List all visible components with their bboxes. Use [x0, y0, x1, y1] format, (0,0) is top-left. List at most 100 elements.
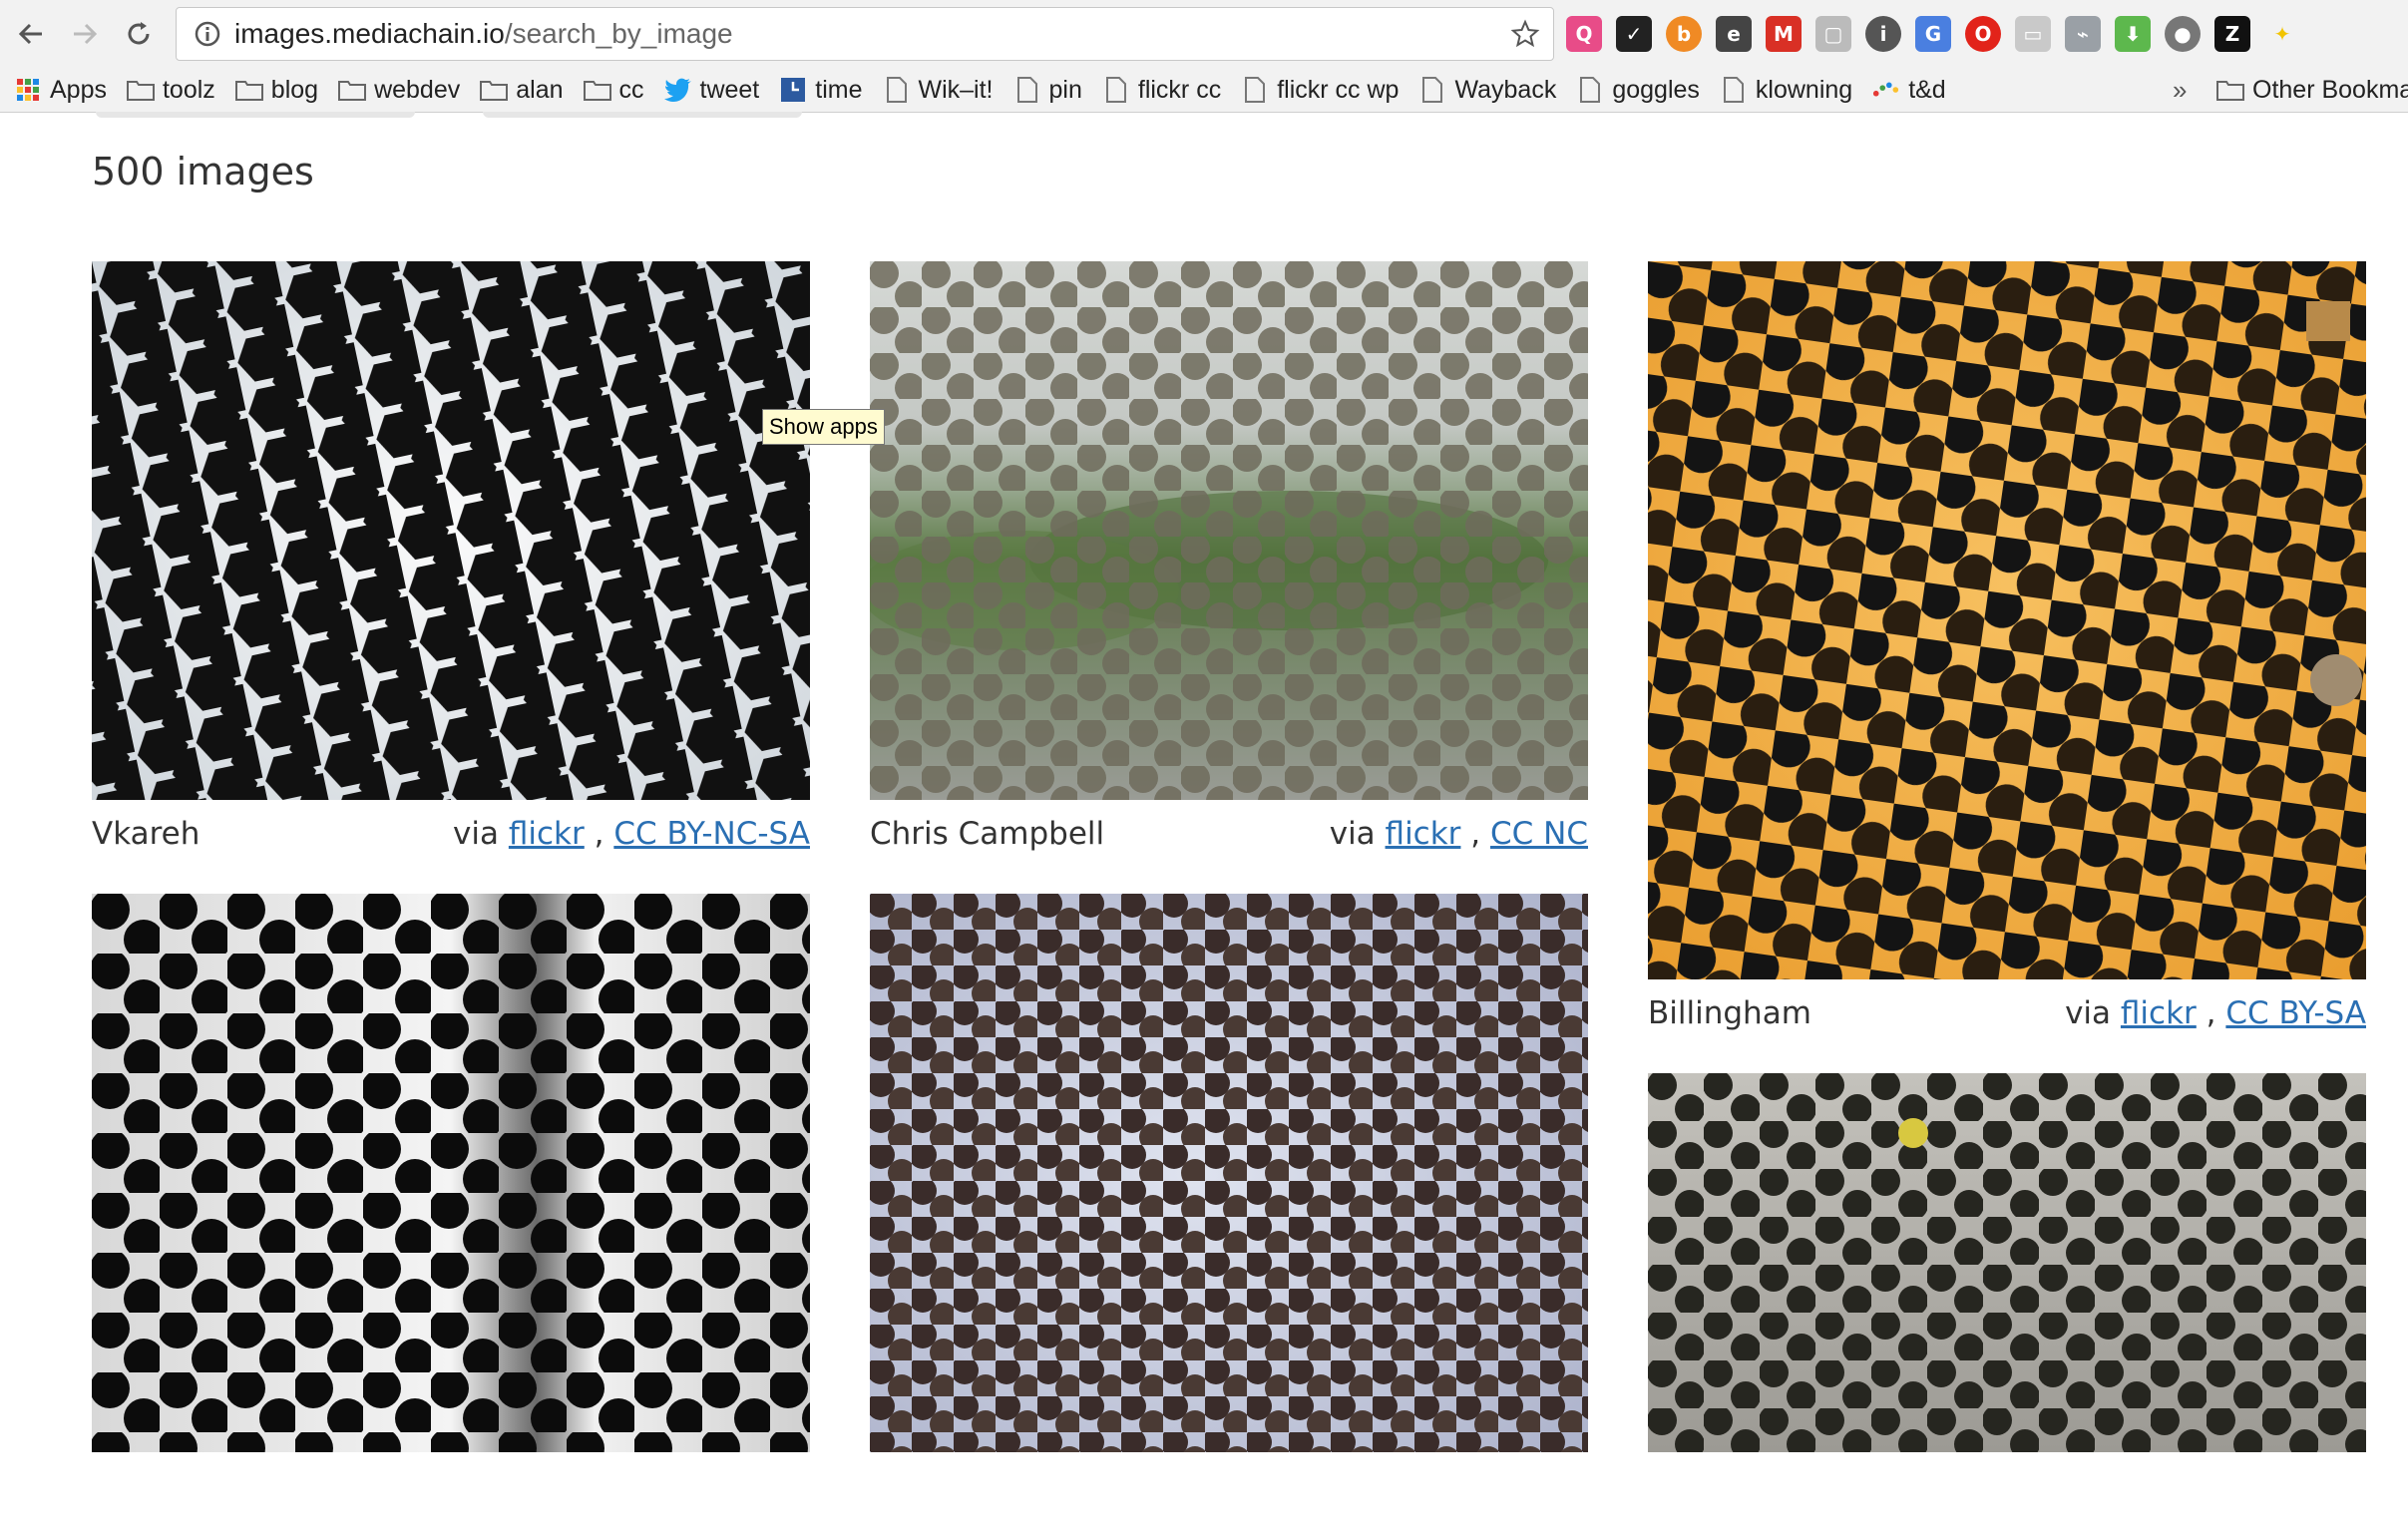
bookmarks-bar: Apps toolz blog webdev alan cc tweet tim…	[0, 68, 2408, 113]
bookmark-wik-it[interactable]: Wik–it!	[883, 76, 994, 105]
license-link[interactable]: CC NC	[1490, 816, 1588, 852]
onepassword-icon[interactable]: i	[1865, 16, 1901, 52]
cast-icon[interactable]: ⌁	[2065, 16, 2101, 52]
extension-q-icon[interactable]: Q	[1566, 16, 1602, 52]
page-icon	[1013, 76, 1041, 104]
bookmark-label: t&d	[1908, 75, 1946, 104]
bookmark-label: alan	[516, 75, 564, 104]
image-caption: Chris Campbell via flickr , CC NC	[870, 812, 1588, 856]
page-icon	[1241, 76, 1269, 104]
bookmark-folder-blog[interactable]: blog	[234, 75, 319, 105]
bookmark-label: time	[815, 75, 863, 104]
extension-b-icon[interactable]: b	[1666, 16, 1702, 52]
bookmark-label: klowning	[1755, 75, 1853, 104]
opera-icon[interactable]: O	[1965, 16, 2001, 52]
source-link[interactable]: flickr	[2121, 995, 2197, 1031]
result-image-4[interactable]	[92, 894, 810, 1452]
folder-icon	[583, 76, 611, 104]
source-link[interactable]: flickr	[1386, 816, 1461, 852]
bookmark-time[interactable]: time	[779, 75, 863, 105]
bookmark-label: toolz	[162, 75, 215, 104]
url-path: /search_by_image	[504, 18, 733, 49]
bookmark-apps[interactable]: Apps	[14, 76, 107, 105]
bookmark-label: Other Bookmarks	[2252, 75, 2408, 104]
bookmark-klowning[interactable]: klowning	[1720, 76, 1852, 105]
result-count: 500 images	[92, 150, 314, 193]
address-bar[interactable]: images.mediachain.io/search_by_image	[176, 7, 1554, 61]
bookmark-label: Wayback	[1454, 75, 1557, 104]
folder-icon	[480, 76, 509, 104]
bookmark-wayback[interactable]: Wayback	[1418, 76, 1556, 105]
google-translate-icon[interactable]: G	[1915, 16, 1951, 52]
separator: ,	[594, 816, 604, 852]
hex-mesh-photo	[92, 261, 810, 800]
folder-icon	[2216, 76, 2244, 104]
dot-glass-photo	[870, 261, 1588, 800]
gmail-icon[interactable]: M	[1766, 16, 1802, 52]
image-credit: via flickr , CC NC	[1330, 816, 1588, 852]
extension-chat-icon[interactable]: ▢	[1815, 16, 1851, 52]
result-image-5[interactable]	[870, 894, 1588, 1452]
url-text: images.mediachain.io/search_by_image	[234, 18, 733, 50]
result-image-1[interactable]	[92, 261, 810, 800]
search-box-edge	[483, 112, 802, 118]
via-label: via	[453, 816, 500, 852]
site-info-icon[interactable]	[191, 17, 224, 51]
image-author: Chris Campbell	[870, 816, 1105, 852]
evernote-icon[interactable]: e	[1716, 16, 1752, 52]
result-image-3[interactable]	[1648, 261, 2366, 979]
page-icon	[1102, 76, 1130, 104]
via-label: via	[2065, 995, 2112, 1031]
image-credit: via flickr , CC BY-SA	[2065, 995, 2366, 1031]
silver-perforated-photo	[92, 894, 810, 1452]
license-link[interactable]: CC BY-SA	[2225, 995, 2366, 1031]
image-author: Vkareh	[92, 816, 201, 852]
bookmark-flickr-cc-wp[interactable]: flickr cc wp	[1241, 76, 1399, 105]
bookmark-pin[interactable]: pin	[1013, 76, 1082, 105]
extension-check-icon[interactable]: ✓	[1616, 16, 1652, 52]
result-image-6[interactable]	[1648, 1073, 2366, 1452]
bookmark-label: flickr cc	[1137, 75, 1222, 104]
bookmark-folder-other[interactable]: Other Bookmarks	[2216, 68, 2408, 112]
extension-z-icon[interactable]: Z	[2214, 16, 2250, 52]
separator: ,	[1470, 816, 1481, 852]
blue-perforated-photo	[870, 894, 1588, 1452]
folder-icon	[234, 76, 263, 104]
bookmark-label: webdev	[374, 75, 461, 104]
bookmark-label: Wik–it!	[918, 75, 994, 104]
bookmark-flickr-cc[interactable]: flickr cc	[1102, 76, 1221, 105]
apps-grid-icon	[14, 76, 42, 104]
result-image-2[interactable]	[870, 261, 1588, 800]
page-icon	[1576, 76, 1604, 104]
bookmarks-overflow-chevron[interactable]: »	[2173, 68, 2187, 112]
bookmark-tweet[interactable]: tweet	[663, 76, 759, 105]
reload-icon	[128, 22, 150, 45]
bookmark-goggles[interactable]: goggles	[1576, 76, 1700, 105]
bookmark-star-icon[interactable]	[1507, 16, 1543, 52]
separator: ,	[2206, 995, 2216, 1031]
forward-button[interactable]	[62, 11, 108, 57]
folder-icon	[126, 76, 155, 104]
source-link[interactable]: flickr	[509, 816, 585, 852]
bookmark-folder-alan[interactable]: alan	[480, 75, 564, 105]
extension-star-icon[interactable]: ✦	[2264, 16, 2300, 52]
dots-logo-icon	[1872, 76, 1900, 104]
bookmark-label: goggles	[1612, 75, 1700, 104]
bookmark-folder-webdev[interactable]: webdev	[338, 76, 460, 105]
back-button[interactable]	[8, 11, 54, 57]
download-icon[interactable]: ⬇	[2115, 16, 2151, 52]
folder-icon	[338, 76, 367, 104]
bookmark-folder-toolz[interactable]: toolz	[126, 75, 215, 105]
extension-circle-icon[interactable]: ●	[2165, 16, 2201, 52]
extension-camera-icon[interactable]: ▭	[2015, 16, 2051, 52]
forward-arrow-icon	[74, 23, 98, 45]
back-arrow-icon	[18, 23, 42, 45]
bookmark-label: blog	[270, 75, 319, 104]
via-label: via	[1329, 816, 1376, 852]
bookmark-folder-cc[interactable]: cc	[583, 76, 644, 105]
image-author: Billingham	[1648, 995, 1811, 1031]
image-caption: Vkareh via flickr , CC BY-NC-SA	[92, 812, 810, 856]
license-link[interactable]: CC BY-NC-SA	[613, 816, 810, 852]
reload-button[interactable]	[116, 11, 162, 57]
bookmark-t-and-d[interactable]: t&d	[1872, 76, 1946, 105]
